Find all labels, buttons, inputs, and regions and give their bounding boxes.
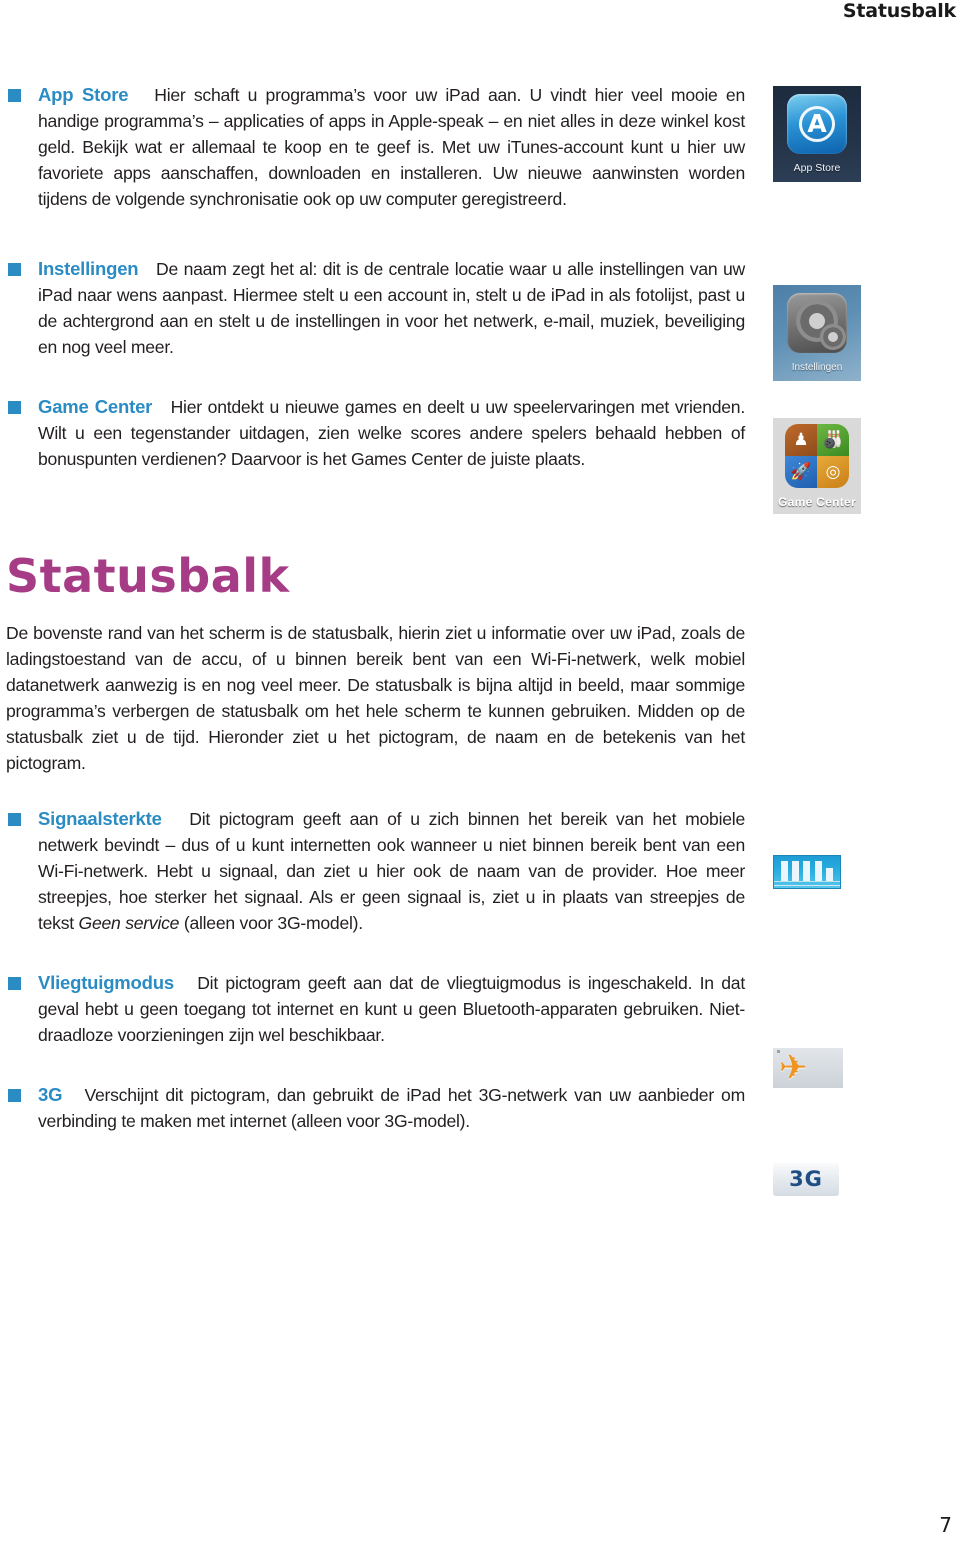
app-store-icon-caption: App Store bbox=[793, 162, 841, 174]
entry-term: 3G bbox=[38, 1084, 63, 1105]
entry-term: Instellingen bbox=[38, 258, 139, 279]
signal-strength-icon bbox=[773, 855, 841, 889]
rocket-glyph: 🚀 bbox=[790, 462, 812, 482]
chess-glyph: ♟ bbox=[793, 430, 809, 450]
signal-bar bbox=[814, 861, 822, 881]
game-center-icon: ♟ 🎳 🚀 ◎ Game Center bbox=[773, 418, 861, 514]
signal-bar bbox=[825, 868, 833, 881]
settings-rounded-square bbox=[787, 293, 847, 353]
signal-stripe bbox=[774, 880, 840, 882]
app-store-rounded-square: A bbox=[787, 94, 847, 154]
section-intro-text: De bovenste rand van het scherm is de st… bbox=[6, 623, 745, 773]
settings-icon-caption: Instellingen bbox=[791, 362, 843, 373]
section-intro: De bovenste rand van het scherm is de st… bbox=[0, 620, 960, 776]
signal-stripe bbox=[774, 884, 840, 886]
app-store-icon: A App Store bbox=[773, 86, 861, 182]
bullet-square-icon bbox=[8, 813, 21, 826]
entry-paragraph: Vliegtuigmodus Dit pictogram geeft aan da… bbox=[38, 970, 745, 1048]
entry-paragraph: App Store Hier schaft u programma’s voor … bbox=[38, 82, 745, 212]
entry-term: App Store bbox=[38, 84, 129, 105]
signal-bar bbox=[781, 861, 789, 881]
game-center-icon-caption: Game Center bbox=[778, 495, 856, 509]
bullet-square-icon bbox=[8, 89, 21, 102]
entry-term: Signaalsterkte bbox=[38, 808, 162, 829]
settings-gears-icon: Instellingen bbox=[773, 285, 861, 381]
entry-term: Game Center bbox=[38, 396, 153, 417]
airplane-mode-icon: ✈ bbox=[773, 1048, 843, 1088]
entry-term: Vliegtuigmodus bbox=[38, 972, 174, 993]
bullet-square-icon bbox=[8, 977, 21, 990]
gear-small-icon bbox=[823, 327, 843, 347]
running-head: Statusbalk bbox=[842, 0, 956, 22]
entry-body-tail: (alleen voor 3G-model). bbox=[179, 913, 363, 933]
airplane-glyph: ✈ bbox=[779, 1049, 808, 1087]
bullet-square-icon bbox=[8, 1089, 21, 1102]
app-store-a-glyph: A bbox=[807, 108, 827, 138]
figure-vliegtuigmodus: ✈ bbox=[773, 1048, 865, 1088]
page-content: App Store Hier schaft u programma’s voor … bbox=[0, 82, 960, 1134]
signal-bar bbox=[792, 861, 800, 881]
figure-signaalsterkte bbox=[773, 855, 865, 889]
entry-paragraph: 3G Verschijnt dit pictogram, dan gebruikt… bbox=[38, 1082, 745, 1134]
bowling-pin-icon: 🎳 bbox=[817, 424, 849, 456]
page-number: 7 bbox=[939, 1513, 952, 1537]
target-glyph: ◎ bbox=[825, 462, 841, 482]
figure-3g: 3G bbox=[773, 1162, 865, 1196]
entry-body-italic: Geen service bbox=[78, 913, 180, 933]
entry-body: Verschijnt dit pictogram, dan gebruikt d… bbox=[38, 1085, 745, 1131]
dartboard-icon: ◎ bbox=[817, 456, 849, 488]
bullet-square-icon bbox=[8, 263, 21, 276]
list-item-vliegtuigmodus: Vliegtuigmodus Dit pictogram geeft aan da… bbox=[0, 970, 960, 1048]
figure-instellingen: Instellingen bbox=[773, 285, 865, 381]
rocket-icon: 🚀 bbox=[785, 456, 817, 488]
signal-bar bbox=[803, 861, 811, 881]
chess-piece-icon: ♟ bbox=[785, 424, 817, 456]
entry-paragraph: Game Center Hier ontdekt u nieuwe games e… bbox=[38, 394, 745, 472]
bowling-glyph: 🎳 bbox=[822, 430, 844, 450]
list-item-3g: 3G Verschijnt dit pictogram, dan gebruikt… bbox=[0, 1082, 960, 1134]
entry-paragraph: Signaalsterkte Dit pictogram geeft aan of… bbox=[38, 806, 745, 936]
entry-paragraph: Instellingen De naam zegt het al: dit is … bbox=[38, 256, 745, 360]
figure-app-store: A App Store bbox=[773, 86, 865, 182]
figure-game-center: ♟ 🎳 🚀 ◎ Game Center bbox=[773, 418, 865, 514]
bullet-square-icon bbox=[8, 401, 21, 414]
three-g-icon: 3G bbox=[773, 1162, 839, 1196]
game-center-rounded-square: ♟ 🎳 🚀 ◎ bbox=[785, 424, 849, 488]
section-heading: Statusbalk bbox=[6, 549, 290, 603]
